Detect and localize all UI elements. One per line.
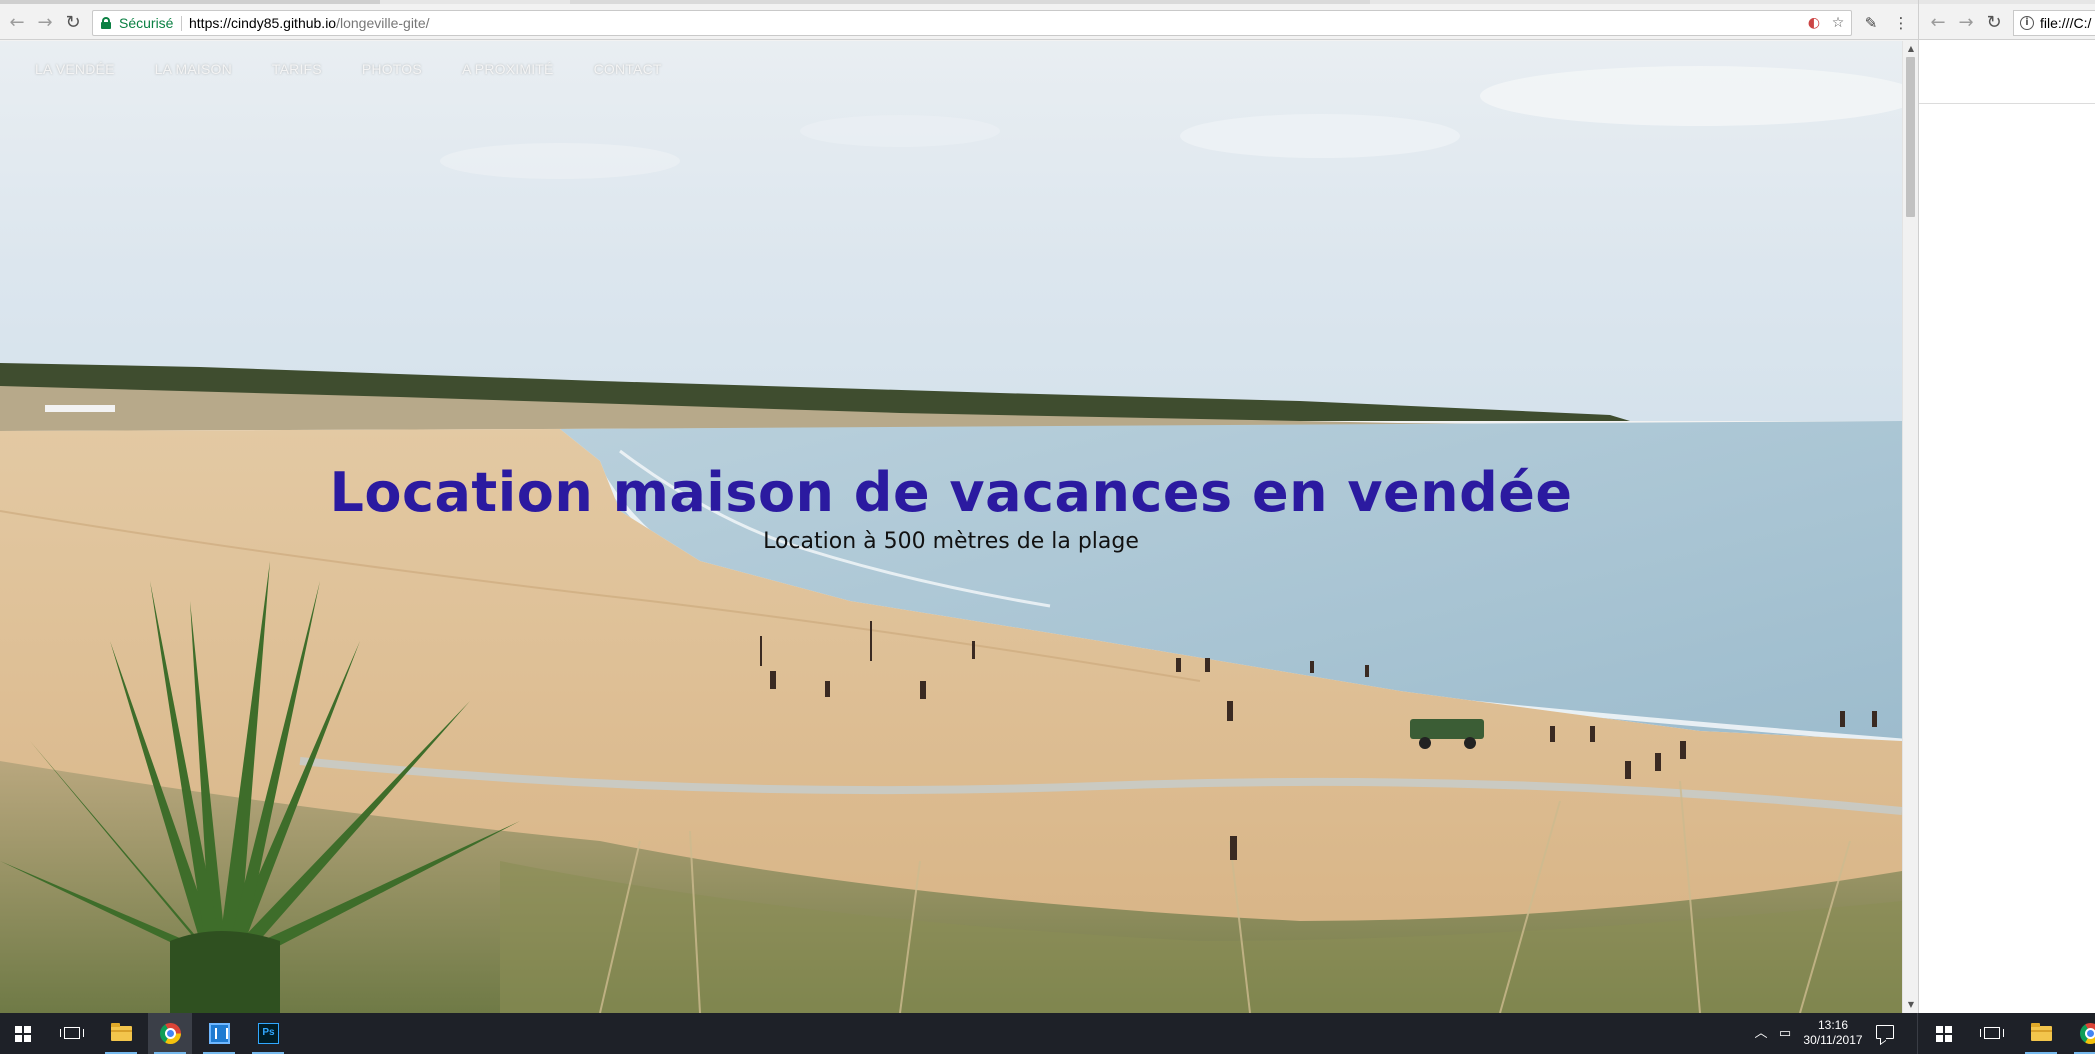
browser-window-left: ← → ↻ Sécurisé https://cindy85.github.io… xyxy=(0,0,1918,1013)
url-path: /longeville-gite/ xyxy=(336,15,430,31)
scroll-up-icon[interactable]: ▲ xyxy=(1907,45,1915,53)
notification-center-icon[interactable] xyxy=(1876,1025,1894,1039)
file-explorer-button-2[interactable] xyxy=(2019,1013,2063,1054)
browser-window-right: ← → ↻ i file:///C:/ xyxy=(1918,0,2095,1013)
url-host: https://cindy85.github.io xyxy=(189,15,337,31)
system-clock[interactable]: 13:16 30/11/2017 xyxy=(1798,1018,1868,1048)
task-view-button-2[interactable] xyxy=(1970,1013,2014,1054)
windows-start-button[interactable] xyxy=(0,1013,44,1054)
nav-item-a-proximite[interactable]: A PROXIMITÉ xyxy=(462,61,554,77)
windows-logo-icon xyxy=(15,1026,31,1042)
chrome-icon xyxy=(2080,1023,2095,1044)
photoshop-icon: Ps xyxy=(258,1023,279,1044)
chrome-button[interactable] xyxy=(148,1013,192,1054)
windows-taskbar: Ps ︿ ▭ 13:16 30/11/2017 xyxy=(0,1013,2095,1054)
forward-arrow-icon[interactable]: → xyxy=(1955,12,1977,34)
bookmark-star-icon[interactable]: ☆ xyxy=(1829,14,1847,32)
browser-toolbar: ← → ↻ Sécurisé https://cindy85.github.io… xyxy=(0,4,1918,40)
chrome-icon xyxy=(160,1023,181,1044)
address-bar-right[interactable]: i file:///C:/ xyxy=(2013,10,2095,36)
network-icon[interactable]: ▭ xyxy=(1776,1025,1794,1043)
folder-icon xyxy=(111,1023,132,1041)
brackets-button[interactable] xyxy=(197,1013,241,1054)
hero-beach-image xyxy=(0,41,1902,1013)
page-viewport: LA VENDÉE LA MAISON TARIFS PHOTOS A PROX… xyxy=(0,41,1902,1013)
secure-label: Sécurisé xyxy=(119,15,174,31)
site-nav: LA VENDÉE LA MAISON TARIFS PHOTOS A PROX… xyxy=(35,61,662,77)
reload-icon[interactable]: ↻ xyxy=(62,12,84,34)
back-arrow-icon[interactable]: ← xyxy=(1927,12,1949,34)
clock-time: 13:16 xyxy=(1817,1018,1849,1032)
nav-item-la-vendee[interactable]: LA VENDÉE xyxy=(35,61,115,77)
url-separator xyxy=(181,16,182,31)
clock-date: 30/11/2017 xyxy=(1803,1033,1863,1047)
nav-item-contact[interactable]: CONTACT xyxy=(594,61,662,77)
nav-item-la-maison[interactable]: LA MAISON xyxy=(155,61,232,77)
address-bar[interactable]: Sécurisé https://cindy85.github.io/longe… xyxy=(92,10,1852,36)
forward-arrow-icon[interactable]: → xyxy=(34,12,56,34)
url-text-right[interactable]: file:///C:/ xyxy=(2040,15,2091,31)
eyedropper-icon[interactable]: ✎ xyxy=(1862,14,1880,32)
taskbar-divider xyxy=(1917,1013,1918,1054)
file-explorer-button[interactable] xyxy=(99,1013,143,1054)
reload-icon[interactable]: ↻ xyxy=(1983,12,2005,34)
scroll-down-icon[interactable]: ▼ xyxy=(1907,1001,1915,1009)
folder-icon xyxy=(2031,1023,2052,1041)
nav-item-tarifs[interactable]: TARIFS xyxy=(272,61,322,77)
page-scrollbar[interactable]: ▲ ▼ xyxy=(1902,41,1918,1013)
divider xyxy=(1919,103,2095,104)
nav-item-photos[interactable]: PHOTOS xyxy=(362,61,422,77)
browser-toolbar-right: ← → ↻ i file:///C:/ xyxy=(1919,4,2095,40)
translate-icon[interactable]: ◐ xyxy=(1805,14,1823,32)
windows-logo-icon xyxy=(1936,1026,1952,1042)
task-view-icon xyxy=(1980,1027,2004,1039)
brackets-icon xyxy=(209,1023,230,1044)
chrome-button-2[interactable] xyxy=(2068,1013,2095,1054)
url-text[interactable]: https://cindy85.github.io/longeville-git… xyxy=(189,15,430,31)
menu-kebab-icon[interactable]: ⋮ xyxy=(1892,14,1910,32)
windows-start-button-2[interactable] xyxy=(1921,1013,1965,1054)
photoshop-button[interactable]: Ps xyxy=(246,1013,290,1054)
task-view-icon xyxy=(60,1027,84,1039)
back-arrow-icon[interactable]: ← xyxy=(6,12,28,34)
hero-subtitle: Location à 500 mètres de la plage xyxy=(763,529,1139,554)
lock-icon xyxy=(101,17,111,29)
scroll-thumb[interactable] xyxy=(1906,57,1915,217)
task-view-button[interactable] xyxy=(50,1013,94,1054)
info-icon[interactable]: i xyxy=(2020,16,2034,30)
hero-title: Location maison de vacances en vendée xyxy=(329,461,1573,524)
tray-chevron-up-icon[interactable]: ︿ xyxy=(1752,1025,1770,1043)
